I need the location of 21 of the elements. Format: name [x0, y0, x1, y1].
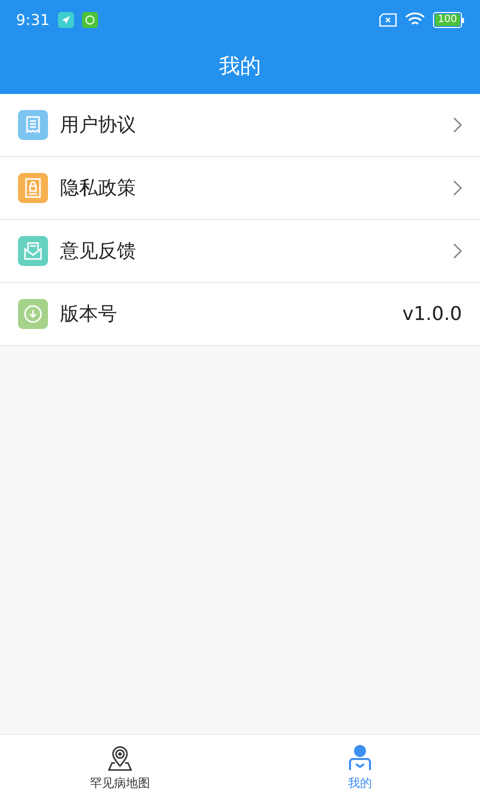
tab-item[interactable]: 罕见病地图 [0, 735, 240, 800]
battery-icon: 100 [432, 12, 464, 28]
status-time: 9:31 [16, 10, 50, 31]
chevron-right-icon [453, 243, 462, 259]
menu-label: 用户协议 [60, 112, 137, 138]
menu-row[interactable]: 意见反馈 [0, 220, 480, 283]
menu-label: 意见反馈 [60, 238, 137, 264]
chevron-right-icon [453, 117, 462, 133]
menu-label: 隐私政策 [60, 176, 137, 201]
version-number: v1.0.0 [402, 302, 462, 327]
map-pin-icon [106, 744, 134, 772]
navigation-icon [58, 12, 74, 28]
page-title: 我的 [219, 53, 261, 80]
menu-row[interactable]: 用户协议 [0, 94, 480, 157]
app-notification-icon [82, 12, 98, 28]
chevron-right-icon [453, 180, 462, 196]
menu-label: 版本号 [60, 302, 118, 327]
menu-row[interactable]: 版本号 v1.0.0 [0, 283, 480, 346]
no-sim-icon [378, 13, 397, 27]
person-icon [346, 744, 374, 772]
menu-row[interactable]: 隐私政策 [0, 157, 480, 220]
